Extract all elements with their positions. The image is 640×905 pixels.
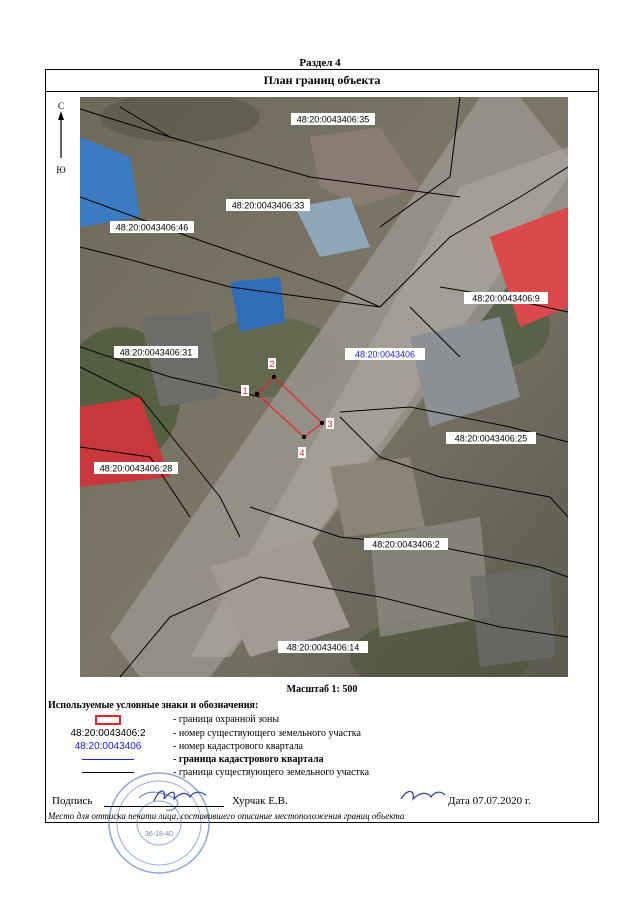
parcel-label: 48:20:0043406:46 xyxy=(116,223,189,233)
point-4-marker[interactable] xyxy=(301,434,307,440)
parcel-label: 48:20:0043406:28 xyxy=(100,464,173,474)
parcel-label: 48:20:0043406:33 xyxy=(232,201,305,211)
map-scale: Масштаб 1: 500 xyxy=(286,684,358,695)
point-1-marker[interactable] xyxy=(254,391,260,397)
map-view[interactable]: 1 2 3 4 48:20:0043406:35 48:20:0043406:3… xyxy=(80,97,568,677)
legend-symbol-quarter-number: 48:20:0043406 xyxy=(74,741,142,752)
point-label-4: 4 xyxy=(299,448,304,458)
point-3-marker[interactable] xyxy=(319,420,325,426)
section-title: Раздел 4 xyxy=(299,57,341,69)
point-2-marker[interactable] xyxy=(271,374,277,380)
handwritten-signature xyxy=(153,790,207,802)
signer-name: Хурчак Е.В. xyxy=(232,795,288,807)
quarter-label: 48:20:0043406 xyxy=(355,350,415,360)
plan-title: План границ объекта xyxy=(45,69,599,92)
north-arrow-icon: С Ю xyxy=(52,100,70,180)
legend-symbol-parcel-number: 48:20:0043406:2 xyxy=(70,728,146,739)
legend-title: Используемые условные знаки и обозначени… xyxy=(48,700,259,711)
handwritten-signature-2 xyxy=(400,790,446,801)
signature-row: Подпись Хурчак Е.В. Дата 07.07.2020 г. xyxy=(52,790,592,811)
parcel-label: 48:20:0043406:2 xyxy=(372,540,440,550)
zone-symbol-icon xyxy=(95,714,121,725)
stamp-number: 36-18-40 xyxy=(145,831,173,838)
parcel-label: 48:20:0043406:25 xyxy=(455,434,528,444)
compass-north: С xyxy=(58,101,64,111)
parcel-label: 48:20:0043406:35 xyxy=(297,115,370,125)
stamp-caption: Место для оттиска печати лица, составивш… xyxy=(48,811,405,821)
parcel-label: 48:20:0043406:14 xyxy=(287,643,360,653)
point-label-1: 1 xyxy=(242,386,247,396)
point-label-3: 3 xyxy=(327,419,332,429)
point-label-2: 2 xyxy=(269,359,274,369)
parcel-label: 48:20:0043406:31 xyxy=(120,348,193,358)
document-date: Дата 07.07.2020 г. xyxy=(448,795,531,807)
compass-south: Ю xyxy=(56,165,65,175)
quarter-boundary-line-icon xyxy=(82,759,134,761)
signature-label: Подпись xyxy=(52,795,93,807)
parcel-label: 48:20:0043406:9 xyxy=(472,294,540,304)
